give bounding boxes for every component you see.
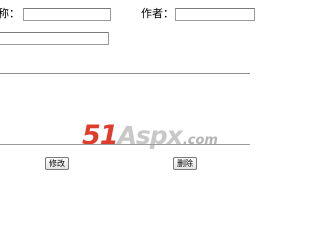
top-divider <box>0 73 250 74</box>
author-input[interactable] <box>175 8 255 21</box>
edit-button[interactable]: 修改 <box>45 157 69 170</box>
author-field-label: 作者： <box>141 7 174 20</box>
watermark-main: Aspx <box>117 121 183 150</box>
name-input[interactable] <box>23 8 111 21</box>
page: { "form": { "name_label": "称：", "name_va… <box>0 0 255 230</box>
delete-button[interactable]: 删除 <box>173 157 197 170</box>
watermark-suffix: .com <box>182 133 218 148</box>
name-field-label: 称： <box>0 7 20 20</box>
bottom-divider <box>0 144 250 145</box>
watermark-logo: 51Aspx.com <box>82 121 218 156</box>
second-input[interactable] <box>0 32 109 45</box>
watermark-prefix: 51 <box>82 120 119 151</box>
